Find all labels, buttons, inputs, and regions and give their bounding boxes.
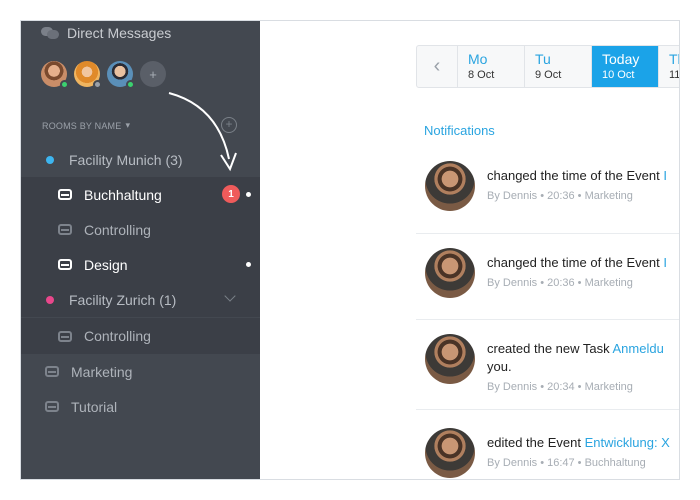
notification-meta: By Dennis • 20:36 • Marketing (487, 190, 633, 202)
unread-count-badge: 1 (222, 185, 240, 203)
sidebar-item-controlling-zurich[interactable]: Controlling (21, 318, 260, 354)
notification-text: changed the time of the Event I By Denni… (487, 167, 679, 205)
date-day-label: Th (669, 51, 679, 67)
chevron-down-icon[interactable] (224, 290, 236, 302)
rooms-header-label: ROOMS BY NAME (42, 120, 122, 131)
notification-meta: By Dennis • 16:47 • Buchhaltung (487, 457, 646, 469)
direct-messages-header[interactable]: Direct Messages (41, 25, 171, 41)
date-selector: ‹ Mo 8 Oct Tu 9 Oct Today 10 Oct Th 11 O… (416, 45, 680, 88)
notification-meta: By Dennis • 20:36 • Marketing (487, 277, 633, 289)
sidebar: Direct Messages + ROOMS BY NAME ▾ + Faci… (21, 21, 260, 479)
notification-text: created the new Task Anmeldu you. By Den… (487, 340, 679, 396)
date-tab-th[interactable]: Th 11 Oct (659, 46, 680, 87)
notification-message: changed the time of the Event (487, 168, 664, 183)
avatar (425, 161, 475, 211)
notification-item[interactable]: edited the Event Entwicklung: X By Denni… (416, 409, 679, 479)
online-status-dot (60, 80, 69, 89)
notification-text: edited the Event Entwicklung: X By Denni… (487, 434, 679, 472)
sidebar-item-label: Controlling (84, 328, 151, 344)
curved-arrow-icon (168, 92, 237, 172)
date-tab-today[interactable]: Today 10 Oct (592, 46, 659, 87)
sidebar-item-label: Facility Zurich (1) (69, 291, 177, 308)
sidebar-item-label: Design (84, 256, 128, 273)
notification-message: created the new Task (487, 341, 613, 356)
date-tab-mo[interactable]: Mo 8 Oct (458, 46, 525, 87)
date-tab-tu[interactable]: Tu 9 Oct (525, 46, 592, 87)
app-window: Direct Messages + ROOMS BY NAME ▾ + Faci… (20, 20, 680, 480)
inbox-tray-icon (58, 224, 72, 235)
dm-avatars: + (41, 61, 166, 89)
avatar (425, 334, 475, 384)
inbox-tray-icon (45, 366, 59, 377)
avatar-user-3[interactable] (107, 61, 135, 89)
rooms-sort-dropdown[interactable]: ROOMS BY NAME ▾ (42, 120, 130, 131)
inbox-tray-icon (58, 330, 72, 342)
notification-message: edited the Event (487, 435, 585, 450)
notification-message: changed the time of the Event (487, 255, 664, 270)
avatar-user-2[interactable] (74, 61, 102, 89)
sidebar-item-design[interactable]: Design (21, 247, 260, 282)
chat-bubbles-icon (41, 26, 59, 40)
direct-messages-label: Direct Messages (67, 25, 172, 41)
notification-link[interactable]: I (663, 168, 667, 183)
avatar (425, 248, 475, 298)
date-label: 9 Oct (535, 69, 562, 81)
notifications-heading: Notifications (424, 123, 495, 138)
sidebar-item-label: Tutorial (71, 398, 118, 415)
date-label: 11 Oct (669, 69, 680, 81)
date-label: 8 Oct (468, 69, 495, 81)
notification-item[interactable]: changed the time of the Event I By Denni… (416, 147, 679, 233)
sidebar-item-label: Buchhaltung (84, 186, 162, 203)
unread-dot (246, 192, 251, 197)
inbox-tray-icon (45, 401, 59, 412)
notification-item[interactable]: created the new Task Anmeldu you. By Den… (416, 319, 679, 409)
offline-status-dot (93, 80, 102, 89)
notification-meta: By Dennis • 20:34 • Marketing (487, 381, 633, 393)
sidebar-item-controlling[interactable]: Controlling (21, 212, 260, 247)
online-status-dot (126, 80, 135, 89)
sidebar-item-marketing[interactable]: Marketing (21, 354, 260, 389)
date-day-label: Tu (535, 51, 551, 67)
sidebar-item-label: Marketing (71, 363, 133, 380)
inbox-tray-icon (58, 259, 72, 270)
unread-dot (246, 262, 251, 267)
notification-message-line2: you. (487, 359, 512, 374)
previous-day-button[interactable]: ‹ (417, 46, 458, 87)
notification-text: changed the time of the Event I By Denni… (487, 254, 679, 292)
sidebar-item-facility-zurich[interactable]: Facility Zurich (1) (21, 282, 260, 317)
avatar-user-1[interactable] (41, 61, 69, 89)
notification-link[interactable]: Anmeldu (613, 341, 664, 356)
main-content: ‹ Mo 8 Oct Tu 9 Oct Today 10 Oct Th 11 O… (260, 21, 680, 479)
facility-color-dot (46, 295, 54, 304)
inbox-tray-icon (58, 189, 72, 200)
caret-down-icon: ▾ (125, 120, 131, 130)
sidebar-item-label: Controlling (84, 221, 151, 238)
date-day-label: Mo (468, 51, 488, 67)
facility-color-dot (46, 155, 54, 164)
sidebar-item-buchhaltung[interactable]: Buchhaltung 1 (21, 177, 260, 212)
date-label: 10 Oct (602, 69, 635, 81)
chevron-left-icon: ‹ (433, 55, 441, 77)
avatar (425, 428, 475, 478)
notification-item[interactable]: changed the time of the Event I By Denni… (416, 233, 679, 319)
date-day-label: Today (602, 51, 640, 67)
sidebar-item-tutorial[interactable]: Tutorial (21, 389, 260, 424)
notification-link[interactable]: Entwicklung: X (585, 435, 670, 450)
notification-link[interactable]: I (663, 255, 667, 270)
